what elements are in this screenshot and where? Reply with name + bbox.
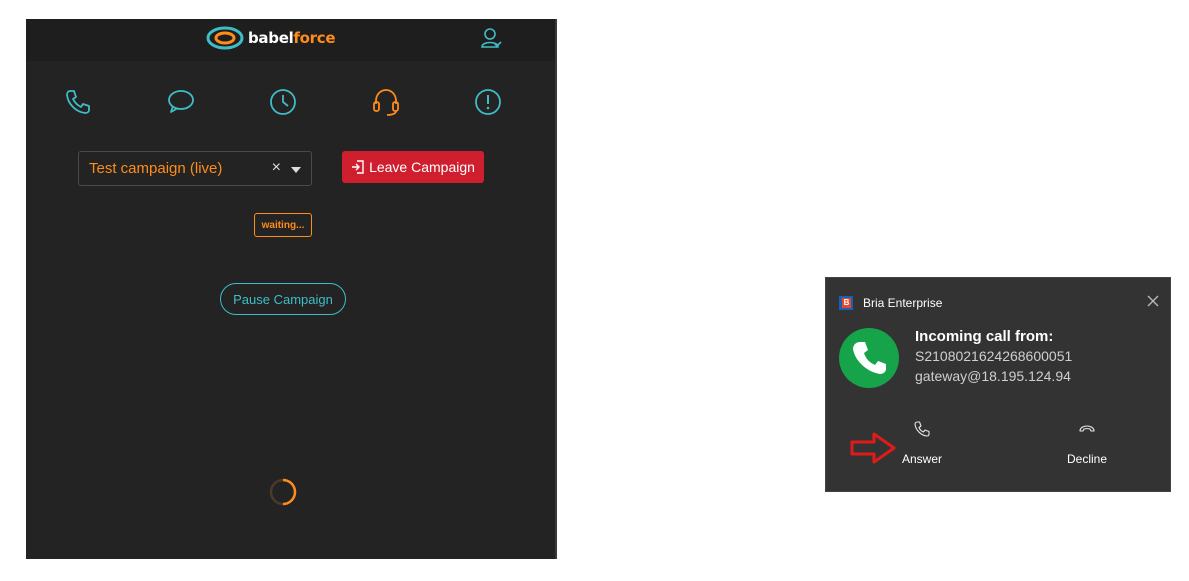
leave-campaign-button[interactable]: Leave Campaign	[342, 151, 484, 183]
babelforce-panel: babelforce Test campaign (live) × Leave …	[26, 19, 557, 559]
pause-campaign-button[interactable]: Pause Campaign	[220, 283, 346, 315]
caller-address: gateway@18.195.124.94	[915, 368, 1071, 384]
answer-phone-icon	[914, 421, 930, 437]
clear-icon[interactable]: ×	[272, 159, 281, 177]
logo-cloud-icon	[206, 26, 244, 50]
campaign-select[interactable]: Test campaign (live) ×	[78, 151, 312, 186]
loading-spinner-icon	[269, 478, 297, 506]
header: babelforce	[26, 19, 555, 61]
incoming-call-icon	[839, 328, 899, 388]
hangup-icon	[1079, 425, 1095, 432]
chat-icon[interactable]	[166, 87, 196, 117]
leave-campaign-label: Leave Campaign	[369, 159, 475, 175]
alert-icon[interactable]	[473, 87, 503, 117]
decline-label: Decline	[1066, 452, 1108, 466]
user-icon[interactable]	[479, 26, 503, 50]
chevron-down-icon[interactable]	[291, 167, 301, 173]
answer-label: Answer	[901, 452, 942, 466]
phone-icon[interactable]	[63, 87, 93, 117]
status-badge: waiting...	[254, 213, 312, 237]
incoming-call-heading: Incoming call from:	[915, 328, 1054, 345]
logo-text-force: force	[293, 29, 336, 47]
close-icon[interactable]	[1146, 294, 1160, 308]
exit-icon	[352, 160, 364, 174]
answer-button[interactable]: Answer	[887, 416, 957, 468]
decline-button[interactable]: Decline	[1052, 416, 1122, 468]
babelforce-logo: babelforce	[206, 25, 336, 51]
logo-text-babel: babel	[248, 29, 294, 47]
bria-app-title: Bria Enterprise	[863, 296, 943, 310]
caller-id: S2108021624268600051	[915, 348, 1073, 364]
bria-app-icon: B	[839, 296, 853, 310]
bria-notification: B Bria Enterprise Incoming call from: S2…	[825, 277, 1171, 492]
clock-icon[interactable]	[268, 87, 298, 117]
screen: babelforce Test campaign (live) × Leave …	[0, 0, 1189, 581]
headset-icon[interactable]	[371, 87, 401, 117]
campaign-select-value: Test campaign (live)	[89, 160, 223, 177]
nav-bar	[26, 87, 555, 121]
